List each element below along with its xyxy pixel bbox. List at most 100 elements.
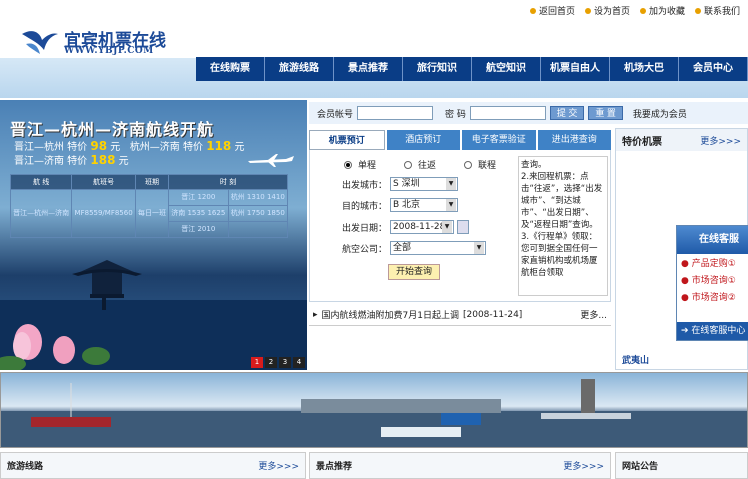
to-city-select[interactable]: B 北京 <box>390 198 459 212</box>
lotus-flowers-image <box>0 324 110 370</box>
booking-panel: 单程 往返 联程 出发城市： S 深圳 目的城市： B 北京 出发日期： 200… <box>309 150 611 302</box>
news-more-link[interactable]: 更多... <box>580 308 607 321</box>
bullet-icon <box>639 7 646 14</box>
service-center-button[interactable]: ➔ 在线客服中心 <box>677 322 748 340</box>
calendar-icon[interactable] <box>457 220 470 234</box>
radio-round-trip[interactable] <box>404 160 413 169</box>
service-item[interactable]: ● 市场咨询① <box>677 271 748 288</box>
nav-ticket-freelancer[interactable]: 机票自由人 <box>541 57 610 81</box>
airline-row: 航空公司： 全部 <box>342 241 487 255</box>
reset-button[interactable]: 重 置 <box>588 106 623 120</box>
cell-time: 晋江 2010 <box>168 221 229 238</box>
airplane-icon <box>248 154 294 167</box>
col-flight: 航班号 <box>71 174 136 190</box>
site-name-en: WWW.YBJP.COM <box>64 46 154 56</box>
bird-logo-icon <box>22 31 58 54</box>
pavilion-image <box>72 260 142 310</box>
register-link[interactable]: 我要成为会员 <box>633 107 687 120</box>
booking-tabs: 机票预订 酒店预订 电子客票验证 进出港查询 <box>309 130 611 150</box>
promo-banner[interactable]: 晋江—杭州—济南航线开航 晋江—杭州 特价 98 元 杭州—济南 特价 118 … <box>0 100 307 370</box>
account-input[interactable] <box>357 106 434 120</box>
tab-eticket-verify[interactable]: 电子客票验证 <box>462 130 536 150</box>
col-time: 时 刻 <box>168 174 288 190</box>
from-city-select[interactable]: S 深圳 <box>390 177 459 191</box>
top-links: 返回首页 设为首页 加为收藏 联系我们 <box>529 4 740 17</box>
special-more-link[interactable]: 更多>>> <box>700 134 741 147</box>
password-label: 密 码 <box>445 109 466 120</box>
radio-multi-leg[interactable] <box>464 160 473 169</box>
nav-airport-bus[interactable]: 机场大巴 <box>610 57 679 81</box>
nav-buy-tickets[interactable]: 在线购票 <box>196 57 265 81</box>
flight-table: 航 线 航班号 班期 时 刻 晋江—杭州—济南 MF8559/MF8560 每日… <box>9 174 288 238</box>
tab-arrival-departure[interactable]: 进出港查询 <box>537 130 611 150</box>
banner-page-2[interactable]: 2 <box>265 357 277 368</box>
travel-routes-header: 旅游线路 更多>>> <box>0 452 306 479</box>
nav-aviation-knowledge[interactable]: 航空知识 <box>472 57 541 81</box>
nav-attractions[interactable]: 景点推荐 <box>334 57 403 81</box>
harbor-scene <box>1 379 747 447</box>
service-item[interactable]: ● 市场咨询② <box>677 288 748 305</box>
special-title: 特价机票 <box>622 136 662 148</box>
attractions-header: 景点推荐 更多>>> <box>309 452 611 479</box>
airline-label: 航空公司： <box>342 244 388 255</box>
booking-notes: 查询。 2.来回程机票：点击“往返”，选择“出发城市”、“到达城市”、“出发日期… <box>518 156 608 296</box>
cell-route: 晋江—杭州—济南 <box>9 189 73 238</box>
nav-travel-knowledge[interactable]: 旅行知识 <box>403 57 472 81</box>
bullet-icon <box>694 7 701 14</box>
news-date: [2008-11-24] <box>462 309 523 320</box>
online-service-widget: 在线客服 ● 产品定购① ● 市场咨询① ● 市场咨询② ➔ 在线客服中心 <box>676 225 748 341</box>
cell-time: 杭州 1310 1410 <box>227 189 288 206</box>
login-bar: 会员帐号 密 码 提 交 重 置 我要成为会员 <box>309 102 748 124</box>
cell-time: 杭州 1750 1850 <box>227 205 288 222</box>
col-schedule: 班期 <box>134 174 170 190</box>
news-bar: ▸ 国内航线燃油附加费7月1日起上调 [2008-11-24] 更多... <box>309 304 611 326</box>
nav-member-center[interactable]: 会员中心 <box>679 57 748 81</box>
airline-select[interactable]: 全部 <box>390 241 487 255</box>
banner-price-line-1: 晋江—杭州 特价 98 元 杭州—济南 特价 118 元 <box>14 139 245 153</box>
banner-title: 晋江—杭州—济南航线开航 <box>10 120 215 139</box>
banner-page-3[interactable]: 3 <box>279 357 291 368</box>
search-button[interactable]: 开始查询 <box>388 264 440 280</box>
service-title: 在线客服 <box>677 226 748 254</box>
bullet-icon <box>529 7 536 14</box>
site-logo[interactable]: 宜宾机票在线 WWW.YBJP.COM <box>20 24 190 64</box>
from-city-label: 出发城市： <box>342 180 388 191</box>
tab-hotel-booking[interactable]: 酒店预订 <box>386 130 460 150</box>
date-row: 出发日期： 2008-11-28 <box>342 220 470 234</box>
cell-time: 晋江 1200 <box>168 189 229 206</box>
trip-type-group: 单程 往返 联程 <box>344 158 496 171</box>
password-input[interactable] <box>469 106 546 120</box>
cell-schedule: 每日一班 <box>134 189 170 238</box>
home-link[interactable]: 返回首页 <box>529 4 575 17</box>
date-label: 出发日期： <box>342 223 388 234</box>
date-input[interactable]: 2008-11-28 <box>390 220 455 234</box>
to-city-label: 目的城市： <box>342 201 388 212</box>
from-city-row: 出发城市： S 深圳 <box>342 177 459 191</box>
add-favorite-link[interactable]: 加为收藏 <box>639 4 685 17</box>
radio-one-way[interactable] <box>344 160 352 169</box>
harbor-panorama-image <box>0 372 748 448</box>
set-homepage-link[interactable]: 设为首页 <box>584 4 630 17</box>
triangle-icon: ▸ <box>313 309 318 320</box>
service-item[interactable]: ● 产品定购① <box>677 254 748 271</box>
contact-link[interactable]: 联系我们 <box>694 4 740 17</box>
special-city-link[interactable]: 武夷山 <box>622 353 649 366</box>
attractions-title: 景点推荐 <box>316 462 353 472</box>
travel-routes-title: 旅游线路 <box>7 462 44 472</box>
cell-time: 济南 1535 1625 <box>168 205 229 222</box>
main-nav: 在线购票 旅游线路 景点推荐 旅行知识 航空知识 机票自由人 机场大巴 会员中心 <box>196 57 748 81</box>
special-header: 特价机票 更多>>> <box>616 129 747 151</box>
banner-page-1[interactable]: 1 <box>251 357 263 368</box>
news-headline[interactable]: 国内航线燃油附加费7月1日起上调 <box>322 308 459 321</box>
nav-travel-routes[interactable]: 旅游线路 <box>265 57 334 81</box>
submit-button[interactable]: 提 交 <box>549 106 585 120</box>
special-tickets-panel: 特价机票 更多>>> 在线客服 ● 产品定购① ● 市场咨询① ● 市场咨询② … <box>615 128 748 370</box>
banner-page-4[interactable]: 4 <box>293 357 305 368</box>
banner-price-line-2: 晋江—济南 特价 188 元 <box>14 153 129 167</box>
travel-routes-more[interactable]: 更多>>> <box>258 459 299 472</box>
attractions-more[interactable]: 更多>>> <box>563 459 604 472</box>
announcements-title: 网站公告 <box>622 462 659 472</box>
tab-flight-booking[interactable]: 机票预订 <box>309 130 385 150</box>
banner-pager: 1 2 3 4 <box>251 357 305 368</box>
account-label: 会员帐号 <box>317 109 354 120</box>
